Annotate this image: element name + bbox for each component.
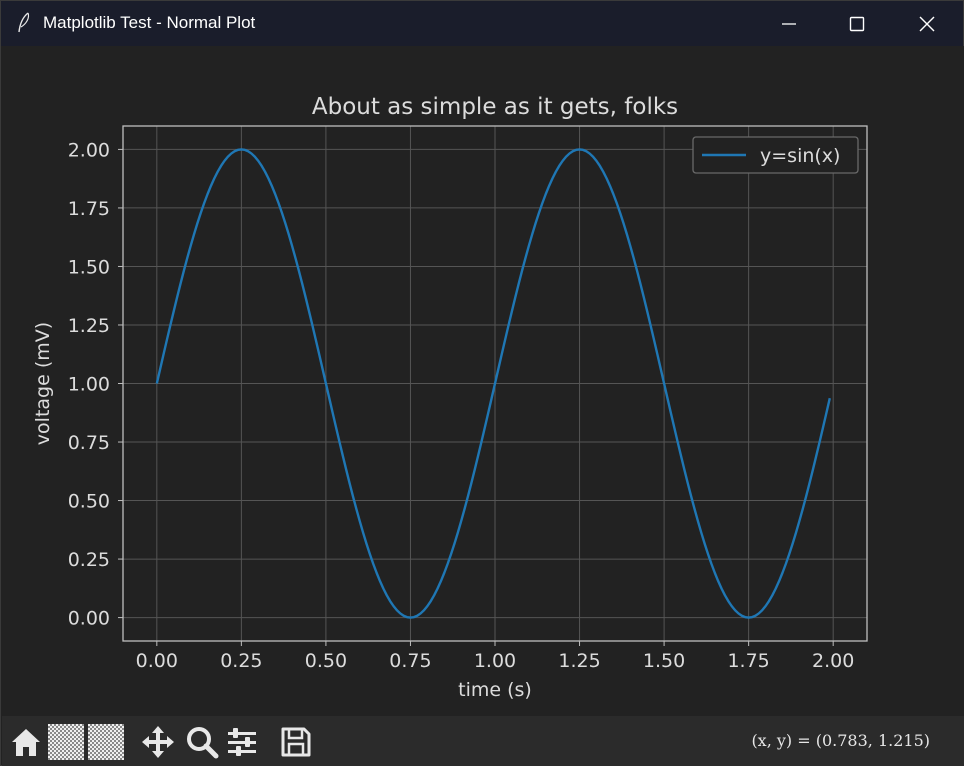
navigation-toolbar: (x, y) = (0.783, 1.215) xyxy=(2,716,964,766)
y-tick-label: 1.00 xyxy=(68,374,110,396)
x-axis-label: time (s) xyxy=(458,679,532,701)
y-tick-label: 1.50 xyxy=(68,256,110,278)
close-icon xyxy=(919,16,935,31)
back-button[interactable] xyxy=(48,724,84,760)
close-button[interactable] xyxy=(891,1,963,46)
x-tick-label: 1.00 xyxy=(474,650,516,672)
x-tick-label: 0.50 xyxy=(305,650,347,672)
maximize-icon xyxy=(849,16,865,31)
cursor-coordinates: (x, y) = (0.783, 1.215) xyxy=(751,731,930,750)
y-tick-label: 1.75 xyxy=(68,198,110,220)
title-bar[interactable]: Matplotlib Test - Normal Plot xyxy=(1,1,963,46)
home-button[interactable] xyxy=(8,724,44,760)
minimize-icon xyxy=(782,22,796,25)
y-tick-label: 0.50 xyxy=(68,491,110,513)
maximize-button[interactable] xyxy=(821,1,893,46)
x-tick-label: 2.00 xyxy=(812,650,854,672)
y-tick-label: 1.25 xyxy=(68,315,110,337)
y-axis-label: voltage (mV) xyxy=(32,322,54,445)
x-tick-label: 1.50 xyxy=(643,650,685,672)
legend-label: y=sin(x) xyxy=(760,145,840,167)
line-chart[interactable]: 0.00 0.25 0.50 0.75 1.00 1.25 1.50 1.75 2.00 0.00… xyxy=(2,46,964,716)
window-title: Matplotlib Test - Normal Plot xyxy=(43,13,256,32)
x-tick-label: 1.75 xyxy=(727,650,769,672)
y-tick-label: 0.75 xyxy=(68,432,110,454)
x-tick-label: 0.00 xyxy=(136,650,178,672)
forward-button[interactable] xyxy=(88,724,124,760)
x-tick-label: 0.25 xyxy=(220,650,262,672)
matplotlib-window: Matplotlib Test - Normal Plot 0.00 0.25 0.… xyxy=(0,0,964,766)
figure-canvas[interactable]: 0.00 0.25 0.50 0.75 1.00 1.25 1.50 1.75 2.00 0.00… xyxy=(2,46,964,716)
home-icon xyxy=(12,729,40,756)
pan-icon xyxy=(142,726,174,758)
configure-subplots-icon xyxy=(228,728,256,756)
zoom-button[interactable] xyxy=(184,724,220,760)
x-tick-label: 1.25 xyxy=(558,650,600,672)
y-tick-label: 0.25 xyxy=(68,549,110,571)
save-icon xyxy=(281,727,311,757)
minimize-button[interactable] xyxy=(753,1,825,46)
y-tick-label: 0.00 xyxy=(68,608,110,630)
configure-subplots-button[interactable] xyxy=(224,724,260,760)
feather-icon xyxy=(18,12,30,33)
chart-title: About as simple as it gets, folks xyxy=(312,94,678,120)
y-tick-label: 2.00 xyxy=(68,139,110,161)
pan-button[interactable] xyxy=(140,724,176,760)
save-button[interactable] xyxy=(278,724,314,760)
zoom-icon xyxy=(187,727,219,759)
x-tick-label: 0.75 xyxy=(389,650,431,672)
